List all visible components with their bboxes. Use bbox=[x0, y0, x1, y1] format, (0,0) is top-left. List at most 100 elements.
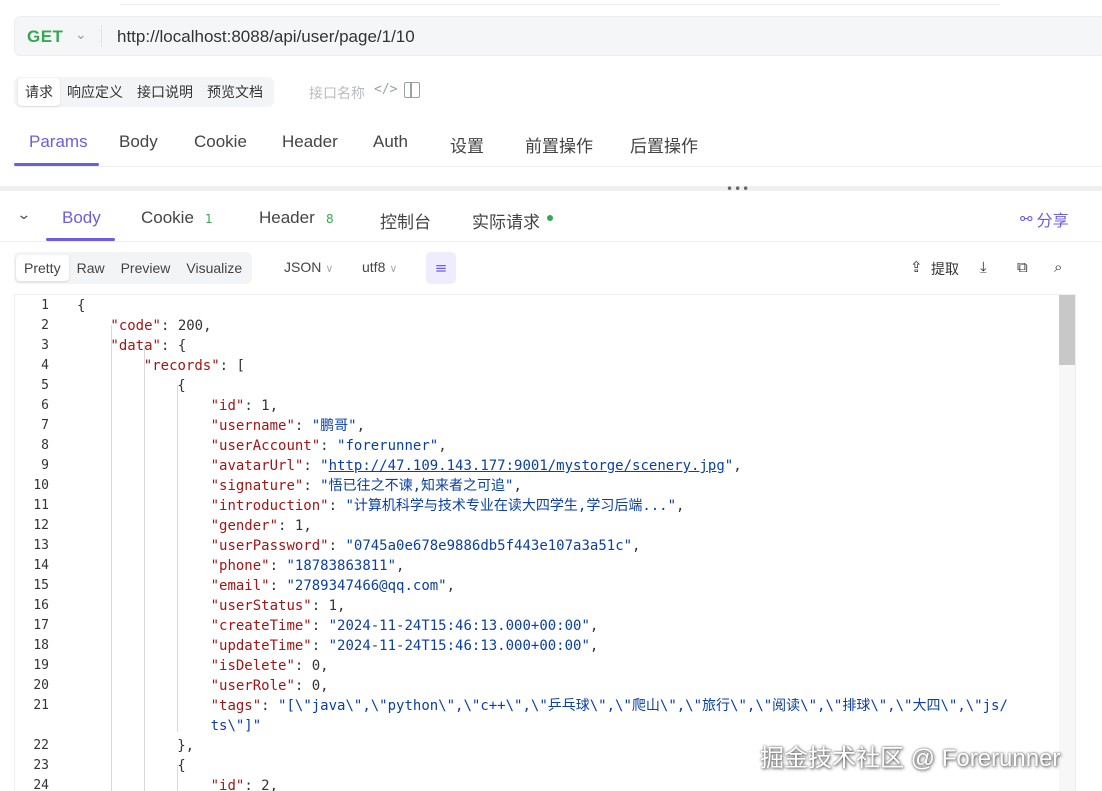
code-line: 11 "introduction": "计算机科学与技术专业在读大四学生,学习后端… bbox=[15, 496, 1055, 516]
doc-tab-description[interactable]: 接口说明 bbox=[130, 78, 200, 106]
drag-handle-icon[interactable]: ••• bbox=[726, 182, 750, 196]
chevron-down-icon: ∨ bbox=[325, 263, 334, 275]
response-tab-cookie[interactable]: Cookie bbox=[141, 208, 194, 228]
chevron-down-icon[interactable]: ⌄ bbox=[16, 207, 31, 223]
tab-settings[interactable]: 设置 bbox=[450, 132, 484, 157]
line-number: 20 bbox=[33, 678, 49, 693]
panel-splitter[interactable] bbox=[0, 186, 1102, 191]
method-select[interactable]: GET bbox=[27, 27, 63, 47]
tab-pre-operation[interactable]: 前置操作 bbox=[525, 132, 593, 157]
format-visualize[interactable]: Visualize bbox=[178, 255, 250, 281]
json-key: "signature" bbox=[210, 478, 304, 494]
code-line: 12 "gender": 1, bbox=[15, 516, 1055, 536]
word-wrap-button[interactable]: ≡ bbox=[426, 252, 456, 284]
code-text: "records": [ bbox=[144, 356, 245, 376]
doc-tabs: 请求 响应定义 接口说明 预览文档 bbox=[14, 77, 274, 107]
code-text: "userRole": 0, bbox=[211, 676, 329, 696]
code-text: "id": 1, bbox=[211, 396, 278, 416]
api-name-input[interactable]: 接口名称 bbox=[309, 83, 365, 103]
code-text: { bbox=[77, 296, 85, 316]
doc-tab-response-definition[interactable]: 响应定义 bbox=[60, 78, 130, 106]
format-tabs: Pretty Raw Preview Visualize bbox=[14, 252, 253, 284]
response-tab-body[interactable]: Body bbox=[62, 208, 101, 228]
line-number: 5 bbox=[41, 378, 49, 393]
format-pretty[interactable]: Pretty bbox=[16, 255, 69, 281]
panel-layout-icon[interactable] bbox=[404, 82, 420, 98]
format-raw[interactable]: Raw bbox=[69, 255, 113, 281]
code-text: { bbox=[177, 756, 185, 776]
json-string: "2024-11-24T15:46:13.000+00:00" bbox=[328, 638, 590, 654]
code-text: "userPassword": "0745a0e678e9886db5f443e… bbox=[211, 536, 641, 556]
format-select[interactable]: JSON ∨ bbox=[284, 259, 333, 275]
response-tab-header[interactable]: Header bbox=[259, 208, 315, 228]
line-number: 4 bbox=[41, 358, 49, 373]
json-punct: , bbox=[676, 498, 685, 514]
json-punct: : bbox=[269, 558, 287, 574]
code-line: 15 "email": "2789347466@qq.com", bbox=[15, 576, 1055, 596]
line-number: 22 bbox=[33, 738, 49, 753]
extract-button[interactable]: 提取 bbox=[931, 259, 959, 279]
tab-params[interactable]: Params bbox=[29, 132, 88, 152]
status-dot bbox=[547, 215, 553, 221]
doc-tab-preview[interactable]: 预览文档 bbox=[200, 78, 270, 106]
tab-post-operation[interactable]: 后置操作 bbox=[630, 132, 698, 157]
json-string: "计算机科学与技术专业在读大四学生,学习后端..." bbox=[345, 498, 677, 514]
json-punct: : 1, bbox=[244, 398, 279, 414]
json-punct: , bbox=[733, 458, 742, 474]
code-text: "username": "鹏哥", bbox=[211, 416, 365, 436]
response-body-editor[interactable]: 1{2 "code": 200, 3 "data": {4 "records": [5{… bbox=[14, 294, 1076, 791]
line-number: 23 bbox=[33, 758, 49, 773]
json-punct: : bbox=[303, 478, 321, 494]
scrollbar-thumb[interactable] bbox=[1059, 295, 1075, 365]
line-number: 16 bbox=[33, 598, 49, 613]
json-string: "2789347466@qq.com" bbox=[286, 578, 447, 594]
top-border bbox=[120, 0, 1000, 5]
share-button[interactable]: ⚯ 分享 bbox=[1020, 207, 1069, 231]
copy-icon[interactable]: ⧉ bbox=[1017, 258, 1028, 276]
code-line: 21 "tags": "[\"java\",\"python\",\"c++\",… bbox=[15, 696, 1055, 716]
share-icon: ⚯ bbox=[1020, 210, 1033, 228]
line-number: 15 bbox=[33, 578, 49, 593]
code-text: "isDelete": 0, bbox=[211, 656, 329, 676]
line-number: 18 bbox=[33, 638, 49, 653]
tab-body[interactable]: Body bbox=[119, 132, 158, 152]
tab-auth[interactable]: Auth bbox=[373, 132, 408, 152]
active-tab-indicator bbox=[14, 163, 99, 166]
code-line: 19 "isDelete": 0, bbox=[15, 656, 1055, 676]
chevron-down-icon[interactable]: ⌄ bbox=[75, 27, 87, 43]
json-punct: , bbox=[396, 558, 405, 574]
code-line: 6 "id": 1, bbox=[15, 396, 1055, 416]
divider bbox=[101, 25, 102, 47]
json-key: "username" bbox=[210, 418, 295, 434]
json-punct: : bbox=[303, 458, 321, 474]
search-icon[interactable]: ⌕ bbox=[1054, 258, 1062, 276]
json-punct: : 0, bbox=[294, 678, 329, 694]
json-punct: , bbox=[589, 618, 599, 634]
extract-icon[interactable]: ⇪ bbox=[910, 258, 923, 276]
tab-cookie[interactable]: Cookie bbox=[194, 132, 247, 152]
line-number: 21 bbox=[33, 698, 49, 713]
json-key: "id" bbox=[210, 778, 245, 791]
json-punct: : [ bbox=[219, 358, 245, 374]
response-tab-actual-request[interactable]: 实际请求 bbox=[472, 208, 540, 233]
response-tab-console[interactable]: 控制台 bbox=[380, 208, 431, 233]
code-line: 8 "userAccount": "forerunner", bbox=[15, 436, 1055, 456]
format-preview[interactable]: Preview bbox=[113, 255, 179, 281]
json-key: "updateTime" bbox=[210, 638, 312, 654]
json-punct: : 1, bbox=[278, 518, 312, 534]
json-punct: , bbox=[513, 478, 522, 494]
json-string: "悟已往之不谏,知来者之可追" bbox=[320, 478, 514, 494]
json-key: "phone" bbox=[210, 558, 270, 574]
json-punct: { bbox=[177, 758, 186, 774]
tab-header[interactable]: Header bbox=[282, 132, 338, 152]
json-punct: : bbox=[328, 498, 346, 514]
json-string: "18783863811" bbox=[286, 558, 397, 574]
response-tabs: ⌄ Body Cookie 1 Header 8 控制台 实际请求 ⚯ 分享 bbox=[0, 196, 1102, 242]
url-input[interactable]: http://localhost:8088/api/user/page/1/10 bbox=[117, 27, 415, 47]
code-text: "updateTime": "2024-11-24T15:46:13.000+0… bbox=[211, 636, 599, 656]
scrollbar-track[interactable] bbox=[1059, 295, 1075, 791]
doc-tab-request[interactable]: 请求 bbox=[18, 78, 60, 106]
code-icon[interactable]: </> bbox=[374, 82, 397, 97]
download-icon[interactable]: ⤓ bbox=[980, 258, 987, 276]
encoding-select[interactable]: utf8 ∨ bbox=[362, 259, 397, 275]
